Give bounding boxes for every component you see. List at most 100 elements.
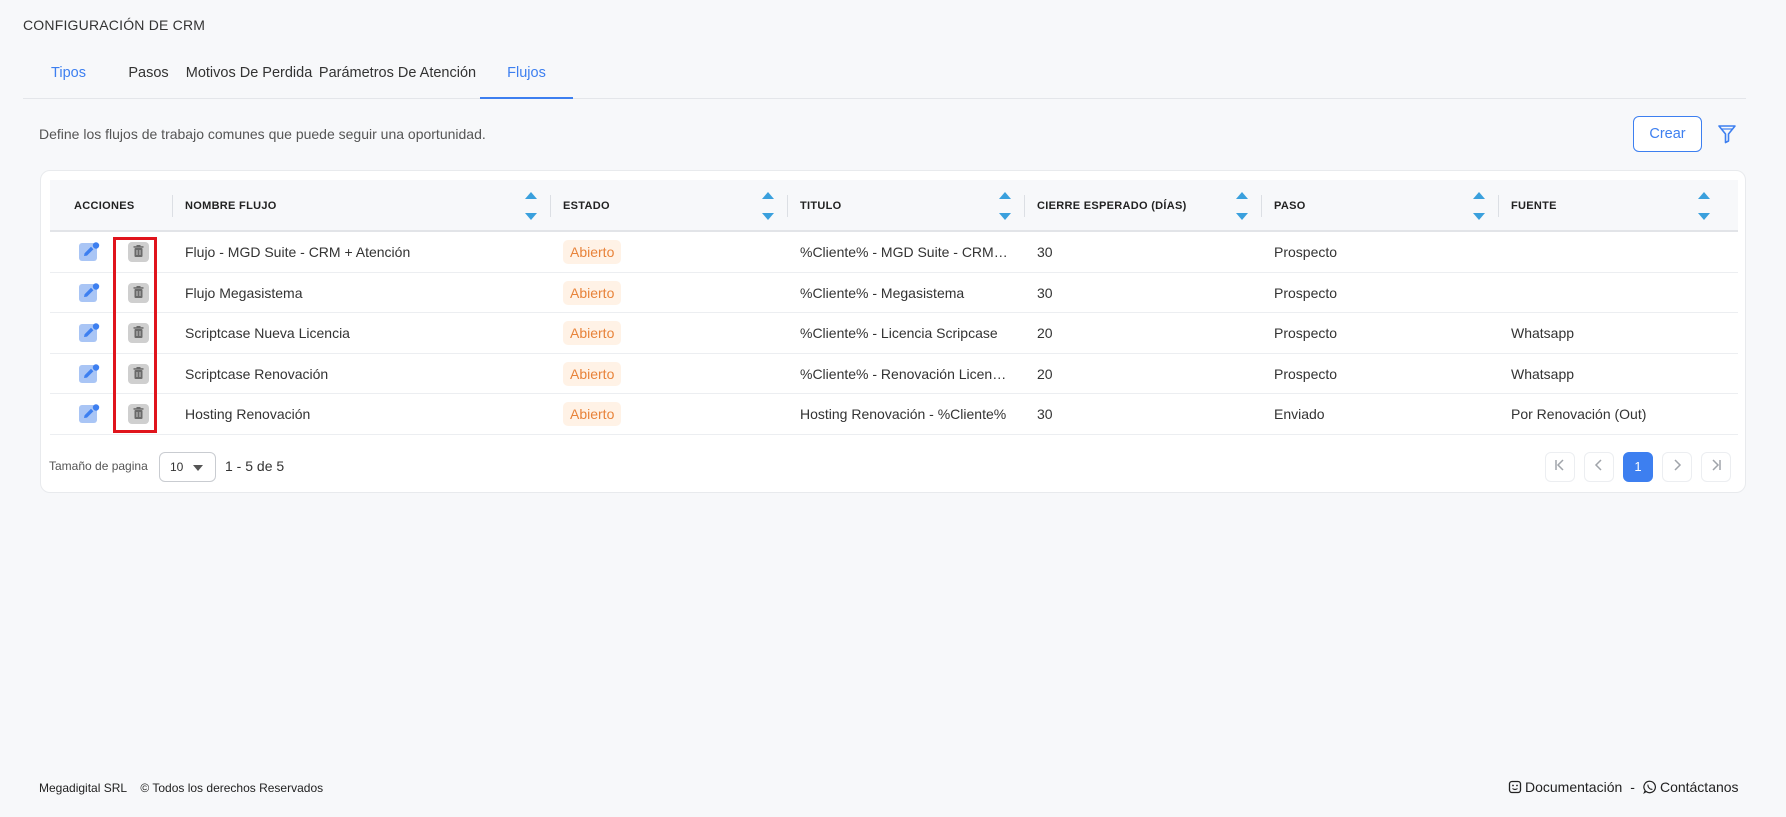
sort-icon[interactable] — [1472, 189, 1486, 223]
table-row: Flujo - MGD Suite - CRM + Atención Abiert… — [50, 232, 1738, 273]
sort-icon[interactable] — [761, 189, 775, 223]
table-row: Scriptcase Renovación Abierto %Cliente% - … — [50, 354, 1738, 394]
tab-pasos[interactable]: Pasos — [114, 55, 183, 99]
column-header-cierre-esperado[interactable]: CIERRE ESPERADO (DÍAS) — [1037, 180, 1187, 232]
column-separator — [787, 195, 788, 217]
flows-grid: ACCIONES NOMBRE FLUJO ESTADO TITULO CIER… — [50, 180, 1738, 435]
tab-tipos[interactable]: Tipos — [23, 55, 114, 99]
column-header-estado[interactable]: ESTADO — [563, 180, 610, 232]
sort-icon[interactable] — [1697, 189, 1711, 223]
cell-cierre-esperado: 30 — [1037, 394, 1237, 434]
page-button-current[interactable]: 1 — [1623, 452, 1653, 482]
grid-header: ACCIONES NOMBRE FLUJO ESTADO TITULO CIER… — [50, 180, 1738, 232]
status-badge: Abierto — [563, 240, 622, 264]
cell-nombre-flujo-text: Hosting Renovación — [185, 406, 311, 422]
trash-icon[interactable] — [128, 282, 149, 303]
status-badge: Abierto — [563, 321, 622, 345]
last-page-button[interactable] — [1701, 452, 1731, 482]
next-page-button[interactable] — [1662, 452, 1692, 482]
status-badge: Abierto — [563, 402, 622, 426]
tab-parametros-de-atencion[interactable]: Parámetros De Atención — [315, 55, 480, 99]
column-header-titulo[interactable]: TITULO — [800, 180, 842, 232]
cell-fuente — [1511, 273, 1731, 313]
cell-titulo: Hosting Renovación - %Cliente% — [800, 394, 1010, 434]
first-page-icon — [1555, 459, 1564, 471]
cell-estado: Abierto — [563, 232, 763, 272]
cell-paso-text: Prospecto — [1274, 284, 1338, 301]
create-button[interactable]: Crear — [1633, 116, 1702, 152]
trash-icon[interactable] — [128, 242, 149, 262]
cell-estado: Abierto — [563, 273, 763, 313]
cell-cierre-esperado: 30 — [1037, 273, 1237, 313]
cell-paso: Prospecto — [1274, 313, 1474, 353]
cell-nombre-flujo: Flujo Megasistema — [185, 273, 515, 313]
sort-icon[interactable] — [524, 189, 538, 223]
status-badge: Abierto — [563, 280, 622, 305]
trash-icon[interactable] — [128, 404, 149, 424]
column-separator — [172, 195, 173, 217]
edit-icon[interactable] — [79, 323, 101, 343]
flows-card: ACCIONES NOMBRE FLUJO ESTADO TITULO CIER… — [40, 170, 1746, 493]
footer-right: Documentación - Contáctanos — [1508, 779, 1739, 795]
pagination-range: 1 - 5 de 5 — [225, 458, 285, 474]
tab-flujos[interactable]: Flujos — [480, 55, 573, 99]
cell-fuente: Whatsapp — [1511, 313, 1731, 353]
trash-icon[interactable] — [128, 323, 149, 343]
status-badge: Abierto — [563, 361, 622, 386]
prev-page-button[interactable] — [1584, 452, 1614, 482]
cell-fuente: Por Renovación (Out) — [1511, 394, 1731, 434]
edit-icon[interactable] — [79, 363, 101, 384]
document-icon — [1508, 780, 1522, 794]
cell-cierre-esperado-text: 20 — [1037, 365, 1053, 382]
cell-titulo-text: %Cliente% - MGD Suite - CRM + Atención — [800, 244, 1010, 260]
page-title: CONFIGURACIÓN DE CRM — [23, 17, 206, 33]
column-separator — [1498, 195, 1499, 217]
cell-nombre-flujo-text: Flujo Megasistema — [185, 284, 303, 301]
cell-titulo-text: %Cliente% - Renovación Licencia Scriptca… — [800, 365, 1010, 382]
cell-cierre-esperado-text: 30 — [1037, 244, 1053, 260]
cell-cierre-esperado: 20 — [1037, 354, 1237, 394]
filter-icon[interactable] — [1716, 123, 1738, 145]
page-size-select[interactable]: 10 — [159, 452, 216, 482]
contact-label: Contáctanos — [1659, 779, 1739, 795]
cell-paso-text: Enviado — [1274, 406, 1325, 422]
cell-fuente-text: Whatsapp — [1511, 365, 1575, 382]
cell-nombre-flujo-text: Scriptcase Renovación — [185, 365, 329, 382]
column-header-paso[interactable]: PASO — [1274, 180, 1306, 232]
cell-cierre-esperado-text: 30 — [1037, 284, 1053, 301]
cell-cierre-esperado: 30 — [1037, 232, 1237, 272]
column-separator — [550, 195, 551, 217]
next-page-icon — [1674, 459, 1682, 471]
cell-nombre-flujo: Scriptcase Nueva Licencia — [185, 313, 515, 353]
grid-body: Flujo - MGD Suite - CRM + Atención Abiert… — [50, 232, 1738, 435]
sort-icon[interactable] — [998, 189, 1012, 223]
tab-motivos-de-perdida[interactable]: Motivos De Perdida — [183, 55, 315, 99]
cell-fuente-text: Por Renovación (Out) — [1511, 406, 1647, 422]
edit-icon[interactable] — [79, 404, 101, 424]
documentation-label: Documentación — [1525, 779, 1623, 795]
edit-icon[interactable] — [79, 282, 101, 303]
cell-nombre-flujo: Scriptcase Renovación — [185, 354, 515, 394]
edit-icon[interactable] — [79, 242, 101, 262]
cell-titulo: %Cliente% - Licencia Scripcase — [800, 313, 1010, 353]
last-page-icon — [1712, 459, 1721, 471]
trash-icon[interactable] — [128, 363, 149, 384]
column-header-fuente[interactable]: FUENTE — [1511, 180, 1557, 232]
contact-link[interactable]: Contáctanos — [1643, 779, 1739, 795]
footer-rights: © Todos los derechos Reservados — [140, 781, 324, 795]
cell-titulo-text: %Cliente% - Megasistema — [800, 284, 965, 301]
cell-paso: Enviado — [1274, 394, 1474, 434]
cell-paso: Prospecto — [1274, 273, 1474, 313]
first-page-button[interactable] — [1545, 452, 1575, 482]
sort-icon[interactable] — [1235, 189, 1249, 223]
column-header-nombre-flujo[interactable]: NOMBRE FLUJO — [185, 180, 277, 232]
cell-titulo: %Cliente% - Megasistema — [800, 273, 1010, 313]
column-separator — [1024, 195, 1025, 217]
section-description: Define los flujos de trabajo comunes que… — [39, 126, 486, 142]
cell-paso-text: Prospecto — [1274, 365, 1338, 382]
cell-fuente-text: Whatsapp — [1511, 325, 1575, 341]
cell-cierre-esperado: 20 — [1037, 313, 1237, 353]
documentation-link[interactable]: Documentación — [1508, 779, 1622, 795]
cell-cierre-esperado-text: 20 — [1037, 325, 1053, 341]
table-row: Scriptcase Nueva Licencia Abierto %Cliente… — [50, 313, 1738, 354]
